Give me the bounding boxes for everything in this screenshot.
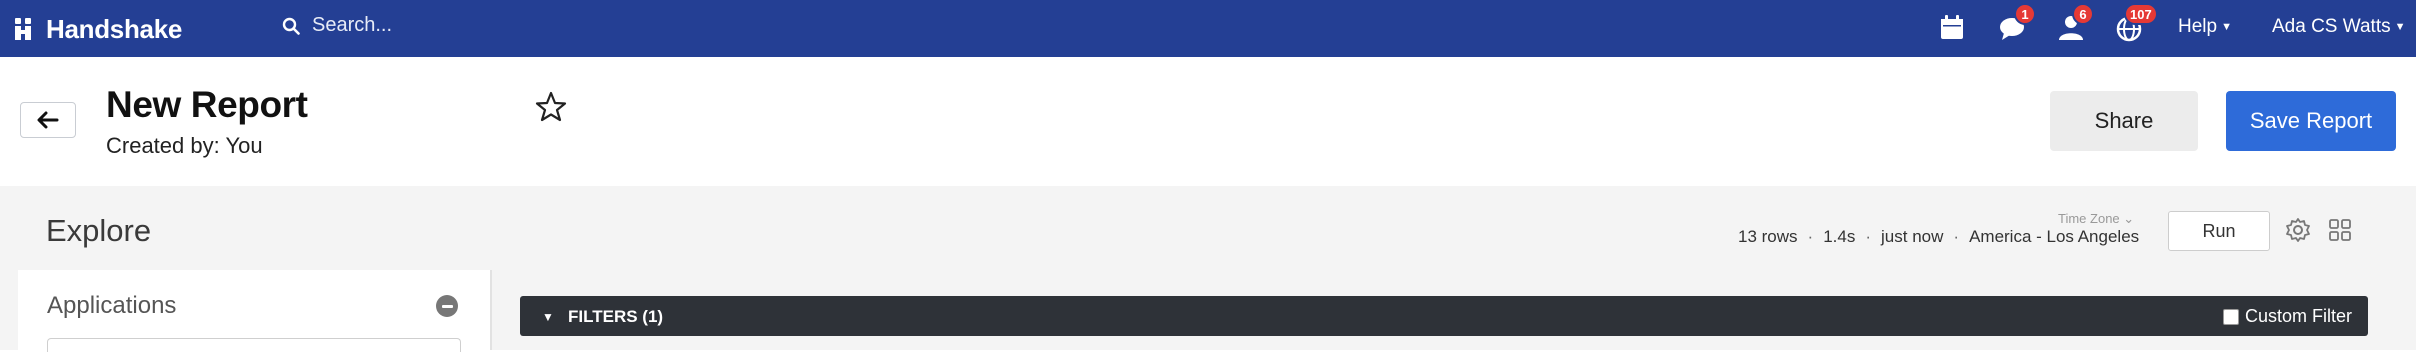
custom-filter-label: Custom Filter — [2244, 306, 2352, 326]
arrow-left-icon — [37, 111, 59, 129]
chevron-down-icon: ⌄ — [2123, 211, 2135, 226]
gear-icon — [2286, 218, 2310, 242]
caret-down-icon: ▼ — [2221, 21, 2232, 33]
layout-button[interactable] — [2328, 218, 2352, 247]
custom-filter-toggle[interactable]: Custom Filter — [2222, 306, 2352, 327]
run-button[interactable]: Run — [2168, 211, 2270, 251]
help-label: Help — [2178, 16, 2218, 37]
row-count: 13 rows — [1738, 227, 1798, 246]
notifications-badge: 107 — [2124, 3, 2158, 25]
help-menu[interactable]: Help ▼ — [2178, 16, 2232, 38]
favorite-button[interactable] — [534, 90, 568, 129]
run-duration: 1.4s — [1823, 227, 1856, 246]
search-placeholder: Search... — [312, 14, 393, 36]
messages-button[interactable]: 1 — [1996, 3, 2036, 46]
save-report-button[interactable]: Save Report — [2226, 91, 2396, 151]
separator-dot: · — [1807, 227, 1814, 246]
filters-section-header[interactable]: ▼ FILTERS (1) Custom Filter — [520, 296, 2368, 336]
calendar-button[interactable] — [1934, 10, 1970, 46]
user-name: Ada CS Watts — [2272, 16, 2391, 37]
top-navigation-bar: Handshake Search... 1 6 107 Help ▼ Ada C… — [0, 0, 2416, 57]
separator-dot: · — [1865, 227, 1872, 246]
caret-down-icon: ▼ — [2394, 21, 2406, 33]
panel-divider — [490, 270, 492, 350]
timezone-caption: Time Zone — [2058, 211, 2120, 226]
page-title: New Report — [106, 84, 308, 125]
notifications-button[interactable]: 107 — [2112, 3, 2158, 46]
logo-text: Handshake — [46, 13, 183, 44]
messages-badge: 1 — [2014, 3, 2036, 25]
user-menu[interactable]: Ada CS Watts ▼ — [2272, 16, 2406, 38]
last-run-time: just now — [1881, 227, 1944, 246]
custom-filter-checkbox[interactable] — [2222, 308, 2239, 325]
created-by-label: Created by: You — [106, 133, 263, 158]
caret-down-icon: ▼ — [542, 310, 554, 324]
search-icon — [282, 17, 300, 35]
requests-button[interactable]: 6 — [2054, 3, 2094, 46]
query-metadata: 13 rows · 1.4s · just now · America - Lo… — [1738, 227, 2139, 247]
explore-heading: Explore — [46, 213, 152, 248]
collapse-minus-icon[interactable] — [436, 295, 458, 317]
star-icon — [535, 91, 567, 122]
grid-icon — [2329, 219, 2351, 241]
separator-dot: · — [1953, 227, 1960, 246]
share-button[interactable]: Share — [2050, 91, 2198, 151]
timezone-value[interactable]: America - Los Angeles — [1969, 227, 2139, 247]
calendar-icon — [1941, 15, 1963, 39]
back-button[interactable] — [20, 102, 76, 138]
timezone-selector[interactable]: Time Zone ⌄ — [2058, 211, 2134, 227]
explore-section-label: Applications — [47, 292, 177, 319]
requests-badge: 6 — [2072, 3, 2094, 25]
settings-button[interactable] — [2284, 216, 2312, 249]
global-search[interactable]: Search... — [282, 14, 392, 37]
handshake-logo[interactable]: Handshake — [14, 12, 182, 46]
filters-label: FILTERS (1) — [568, 307, 664, 326]
handshake-logo-icon — [15, 18, 31, 40]
